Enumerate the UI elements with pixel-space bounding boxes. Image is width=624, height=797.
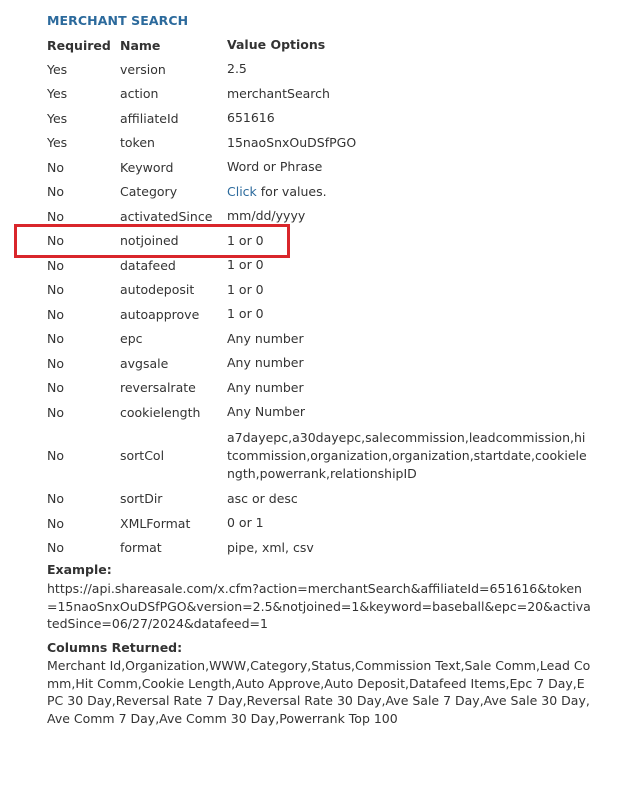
table-row: Yes action merchantSearch [47, 82, 589, 107]
row-required: Yes [47, 86, 68, 102]
row-value: 1 or 0 [227, 306, 264, 322]
table-row: No sortCol a7dayepc,a30dayepc,salecommis… [47, 425, 589, 487]
row-required: No [47, 380, 64, 396]
table-row: No autodeposit 1 or 0 [47, 278, 589, 303]
row-value: 15naoSnxOuDSfPGO [227, 134, 357, 150]
row-value: 1 or 0 [227, 281, 264, 297]
row-value: Any number [227, 355, 304, 371]
table-row: No avgsale Any number [47, 351, 589, 376]
table-row: No autoapprove 1 or 0 [47, 302, 589, 327]
section-title: MERCHANT SEARCH [47, 13, 189, 28]
row-required: No [47, 159, 64, 175]
row-required: No [47, 491, 64, 507]
row-name: cookielength [120, 404, 201, 420]
row-required: No [47, 331, 64, 347]
row-name: Keyword [120, 159, 174, 175]
row-name: XMLFormat [120, 515, 191, 531]
table-row: Yes token 15naoSnxOuDSfPGO [47, 131, 589, 156]
row-name: avgsale [120, 355, 169, 371]
notjoined-highlight-box [14, 224, 290, 258]
row-name: sortDir [120, 491, 163, 507]
row-value: Any number [227, 379, 304, 395]
row-name: Category [120, 184, 178, 200]
row-required: No [47, 282, 64, 298]
columns-returned-text: Merchant Id,Organization,WWW,Category,St… [47, 658, 591, 726]
row-name: format [120, 540, 162, 556]
category-link-suffix: for values. [256, 183, 327, 199]
header-value-options: Value Options [227, 37, 326, 52]
table-row: No Category Click for values. [47, 180, 589, 205]
row-value: pipe, xml, csv [227, 539, 314, 555]
row-value: Any number [227, 330, 304, 346]
row-name: autodeposit [120, 282, 195, 298]
table-row: No epc Any number [47, 327, 589, 352]
row-required: No [47, 448, 64, 463]
table-row: No sortDir asc or desc [47, 487, 589, 512]
category-click-link[interactable]: Click [227, 184, 257, 199]
table-row: Yes affiliateId 651616 [47, 106, 589, 131]
header-name: Name [120, 37, 161, 53]
row-required: No [47, 355, 64, 371]
example-label: Example: [47, 562, 112, 577]
table-row: No format pipe, xml, csv [47, 536, 589, 561]
row-value: a7dayepc,a30dayepc,salecommission,leadco… [227, 429, 587, 481]
row-required: No [47, 404, 64, 420]
row-name: version [120, 61, 166, 77]
table-row: Yes version 2.5 [47, 57, 589, 82]
row-required: No [47, 540, 64, 556]
row-required: Yes [47, 135, 68, 151]
row-name: reversalrate [120, 380, 196, 396]
row-name: action [120, 86, 159, 102]
row-name: autoapprove [120, 306, 200, 322]
row-required: No [47, 515, 64, 531]
row-value: asc or desc [227, 490, 298, 506]
row-value: merchantSearch [227, 85, 330, 101]
row-name: affiliateId [120, 110, 179, 126]
row-value: Word or Phrase [227, 159, 323, 175]
parameters-table: Required Name Value Options Yes version … [47, 33, 589, 560]
row-value: 2.5 [227, 61, 247, 77]
row-value: Click for values. [227, 180, 589, 205]
row-required: Yes [47, 61, 68, 77]
row-required: No [47, 306, 64, 322]
columns-returned-label: Columns Returned: [47, 640, 183, 655]
row-value: 651616 [227, 110, 275, 126]
example-url: https://api.shareasale.com/x.cfm?action=… [47, 581, 591, 631]
row-name: token [120, 135, 155, 151]
table-row: No reversalrate Any number [47, 376, 589, 401]
row-name: sortCol [120, 448, 165, 463]
header-required: Required [47, 37, 111, 53]
row-value: Any Number [227, 404, 306, 420]
row-value: 0 or 1 [227, 515, 264, 531]
row-name: epc [120, 331, 143, 347]
table-row: No Keyword Word or Phrase [47, 155, 589, 180]
table-header-row: Required Name Value Options [47, 33, 589, 57]
row-required: Yes [47, 110, 68, 126]
table-row: No XMLFormat 0 or 1 [47, 511, 589, 536]
table-row: No cookielength Any Number [47, 400, 589, 425]
row-required: No [47, 184, 64, 200]
